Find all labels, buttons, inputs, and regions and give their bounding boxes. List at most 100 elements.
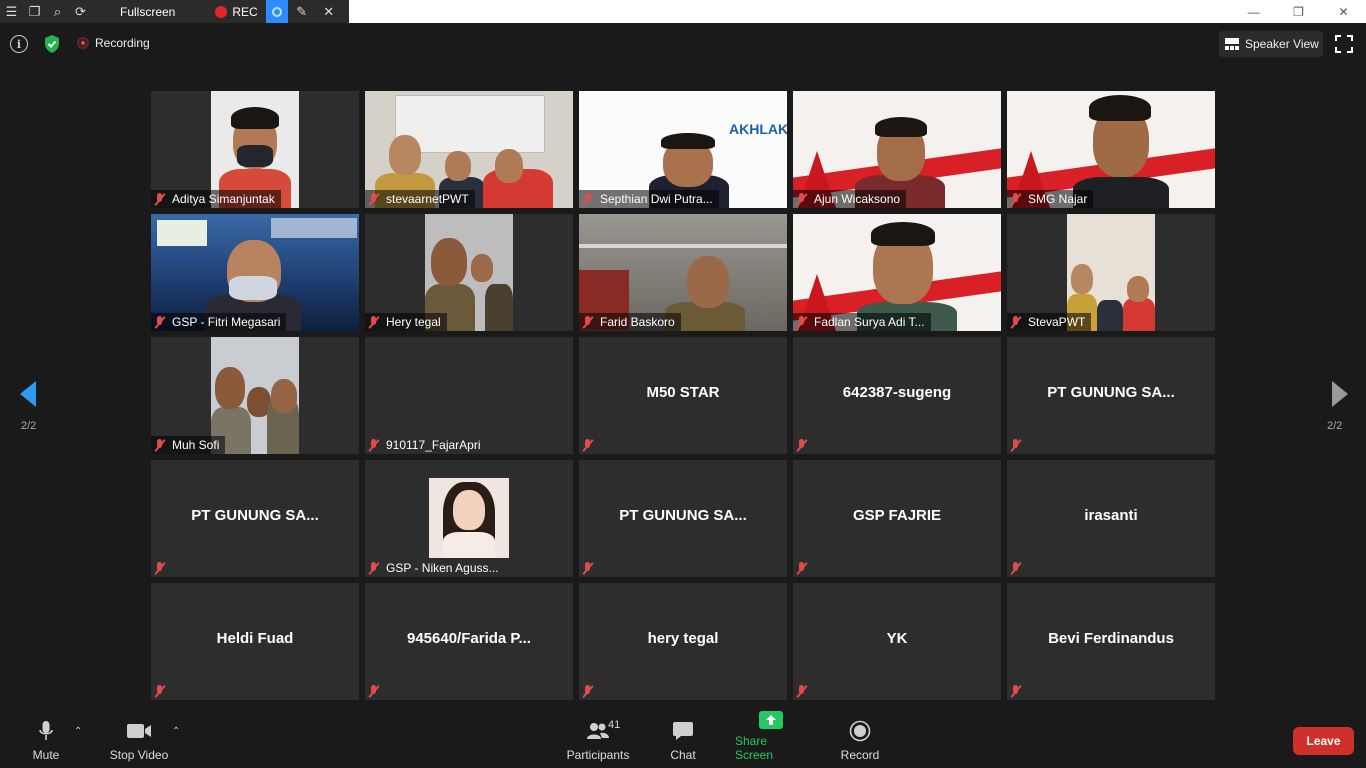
participant-name: GSP - Fitri Megasari xyxy=(172,315,281,329)
participant-tile[interactable]: GSP - Fitri Megasari xyxy=(151,214,359,331)
chat-label: Chat xyxy=(670,748,696,762)
participant-tile[interactable]: Aditya Simanjuntak xyxy=(151,91,359,208)
participant-tile[interactable]: PT GUNUNG SA... xyxy=(1007,337,1215,454)
participant-tile[interactable]: Muh Sofi xyxy=(151,337,359,454)
participant-name-bar xyxy=(579,559,606,577)
participants-button[interactable]: 41 Participants xyxy=(562,712,634,768)
participant-tile[interactable]: SMG Najar xyxy=(1007,91,1215,208)
participant-tile[interactable]: AKHLAK Septhian Dwi Putra... xyxy=(579,91,787,208)
mic-muted-icon xyxy=(154,439,166,451)
participant-name: Ajun Wicaksono xyxy=(814,192,901,206)
minimize-icon[interactable]: — xyxy=(1231,0,1276,23)
mic-muted-icon xyxy=(1010,193,1022,205)
mic-muted-icon xyxy=(1010,685,1022,697)
participant-name: Hery tegal xyxy=(386,315,441,329)
participant-name: 910117_FajarApri xyxy=(386,438,481,452)
meeting-info-icon[interactable]: i xyxy=(10,35,28,53)
record-icon xyxy=(847,719,873,743)
participant-tile[interactable]: Farid Baskoro xyxy=(579,214,787,331)
participant-tile[interactable]: 945640/Farida P... xyxy=(365,583,573,700)
close-toolbar-icon[interactable]: ✕ xyxy=(316,0,342,23)
participant-tile[interactable]: PT GUNUNG SA... xyxy=(151,460,359,577)
participant-display-name: 642387-sugeng xyxy=(842,384,952,401)
participant-tile[interactable]: M50 STAR xyxy=(579,337,787,454)
participant-name: Fadlan Surya Adi T... xyxy=(814,315,925,329)
chat-bubble-icon xyxy=(670,719,696,743)
participant-display-name: GSP FAJRIE xyxy=(852,507,942,524)
participant-tile[interactable]: Ajun Wicaksono xyxy=(793,91,1001,208)
security-shield-icon[interactable] xyxy=(41,33,63,55)
rec-button[interactable]: REC xyxy=(207,5,265,19)
participant-tile[interactable]: StevaPWT xyxy=(1007,214,1215,331)
participant-name-bar xyxy=(151,682,178,700)
participant-name: Muh Sofi xyxy=(172,438,220,452)
participant-name-bar: Farid Baskoro xyxy=(579,313,681,331)
participant-tile[interactable]: hery tegal xyxy=(579,583,787,700)
participant-name: SMG Najar xyxy=(1028,192,1088,206)
speaker-view-button[interactable]: Speaker View xyxy=(1219,31,1323,57)
menu-icon[interactable]: ☰ xyxy=(0,0,23,23)
participant-tile[interactable]: Fadlan Surya Adi T... xyxy=(793,214,1001,331)
participant-name-bar xyxy=(1007,682,1034,700)
page-indicator-right: 2/2 xyxy=(1327,420,1343,432)
window-titlebar: ☰ ❐ ⌕ ⟳ Fullscreen REC ✎ ✕ — ❐ ✕ xyxy=(0,0,1366,23)
participant-tile[interactable]: YK xyxy=(793,583,1001,700)
participant-name: GSP - Niken Aguss... xyxy=(386,561,499,575)
meeting-controls-bar: Mute ⌃ Stop Video ⌃ 41 Participants Chat… xyxy=(0,711,1366,768)
participant-tile[interactable]: stevaarnetPWT xyxy=(365,91,573,208)
mic-muted-icon xyxy=(154,685,166,697)
participant-tile[interactable]: irasanti xyxy=(1007,460,1215,577)
pen-icon[interactable]: ✎ xyxy=(288,0,316,23)
mute-button[interactable]: Mute xyxy=(26,712,66,768)
profile-picture xyxy=(429,478,509,558)
participant-display-name: irasanti xyxy=(1084,507,1138,524)
fullscreen-mode-label[interactable]: Fullscreen xyxy=(114,5,181,19)
participant-tile[interactable]: 642387-sugeng xyxy=(793,337,1001,454)
rec-label: REC xyxy=(232,4,258,19)
region-select-icon[interactable]: ⌕ xyxy=(46,0,69,23)
participant-tile[interactable]: GSP - Niken Aguss... xyxy=(365,460,573,577)
participant-tile[interactable]: 910117_FajarApri xyxy=(365,337,573,454)
participant-name-bar xyxy=(1007,436,1034,454)
participant-tile[interactable]: Hery tegal xyxy=(365,214,573,331)
participant-name: Septhian Dwi Putra... xyxy=(600,192,713,206)
next-page-arrow-icon[interactable] xyxy=(1328,380,1350,408)
participant-name-bar xyxy=(579,682,606,700)
stop-video-button[interactable]: Stop Video xyxy=(104,712,174,768)
recording-indicator[interactable]: Recording xyxy=(77,36,150,50)
mic-muted-icon xyxy=(368,562,380,574)
leave-meeting-button[interactable]: Leave xyxy=(1293,727,1354,755)
participants-icon: 41 xyxy=(578,719,620,743)
mute-label: Mute xyxy=(32,748,60,762)
mic-muted-icon xyxy=(796,562,808,574)
participant-name-bar xyxy=(151,559,178,577)
mic-muted-icon xyxy=(154,562,166,574)
mic-muted-icon xyxy=(1010,562,1022,574)
participant-tile[interactable]: GSP FAJRIE xyxy=(793,460,1001,577)
participant-name-bar xyxy=(793,682,820,700)
participant-tile[interactable]: Bevi Ferdinandus xyxy=(1007,583,1215,700)
participant-display-name: YK xyxy=(886,630,908,647)
mic-muted-icon xyxy=(796,439,808,451)
window-controls: — ❐ ✕ xyxy=(1231,0,1366,23)
chat-button[interactable]: Chat xyxy=(666,712,700,768)
fullscreen-icon[interactable] xyxy=(1335,35,1353,53)
participant-name-bar: Septhian Dwi Putra... xyxy=(579,190,719,208)
previous-page-arrow-icon[interactable] xyxy=(18,380,40,408)
participant-tile[interactable]: Heldi Fuad xyxy=(151,583,359,700)
video-options-chevron-icon[interactable]: ⌃ xyxy=(172,726,180,737)
share-screen-button[interactable]: Share Screen xyxy=(735,711,807,768)
participant-display-name: PT GUNUNG SA... xyxy=(191,507,319,524)
audio-options-chevron-icon[interactable]: ⌃ xyxy=(74,726,82,737)
participant-tile[interactable]: PT GUNUNG SA... xyxy=(579,460,787,577)
microphone-icon xyxy=(33,719,59,743)
restore-icon[interactable]: ❐ xyxy=(1276,0,1321,23)
mic-muted-icon xyxy=(796,316,808,328)
participant-name: StevaPWT xyxy=(1028,315,1086,329)
close-window-icon[interactable]: ✕ xyxy=(1321,0,1366,23)
crop-icon[interactable]: ⟳ xyxy=(69,0,92,23)
participants-label: Participants xyxy=(566,748,630,762)
record-button[interactable]: Record xyxy=(838,712,882,768)
window-mode-icon[interactable]: ❐ xyxy=(23,0,46,23)
webcam-toggle-icon[interactable] xyxy=(265,0,288,23)
